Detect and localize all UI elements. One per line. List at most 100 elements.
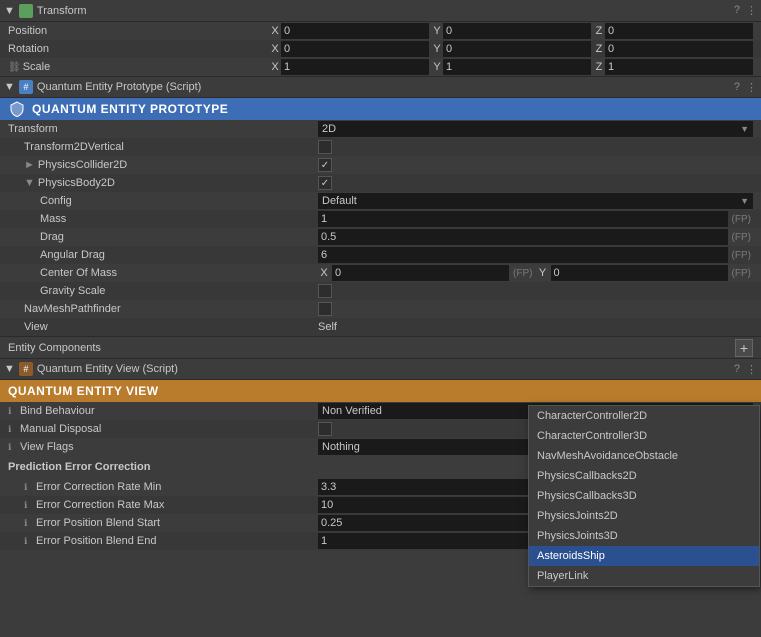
physics-body-expand-icon[interactable]: ▼ <box>24 177 35 189</box>
scale-link-icon[interactable]: ⛓ <box>8 62 21 73</box>
dropdown-menu-item[interactable]: NavMeshAvoidanceObstacle <box>529 446 759 466</box>
bind-behaviour-value: Non Verified <box>322 405 382 417</box>
position-label: Position <box>8 25 269 37</box>
manual-disposal-checkbox[interactable] <box>318 422 332 436</box>
gravity-scale-checkbox[interactable] <box>318 284 332 298</box>
position-x-group: X <box>269 23 429 39</box>
mass-row: Mass (FP) <box>0 210 761 228</box>
bind-behaviour-label-text: Bind Behaviour <box>20 405 95 417</box>
physics-body-label-text: PhysicsBody2D <box>38 177 115 189</box>
qev-script-icon: # <box>19 362 33 376</box>
transform2d-vertical-checkbox[interactable] <box>318 140 332 154</box>
transform-collapse-arrow[interactable]: ▼ <box>4 5 15 17</box>
dropdown-menu-item[interactable]: AsteroidsShip <box>529 546 759 566</box>
view-flags-label-text: View Flags <box>20 441 74 453</box>
scale-values: X Y Z <box>269 59 753 75</box>
mass-label: Mass <box>8 213 318 225</box>
qep-help-icon[interactable]: ? <box>734 81 740 94</box>
scale-x-input[interactable] <box>281 59 429 75</box>
drag-fp-badge: (FP) <box>730 232 753 243</box>
qep-script-title: Quantum Entity Prototype (Script) <box>37 81 734 93</box>
qep-transform-row: Transform 2D ▼ <box>0 120 761 138</box>
error-rate-max-label: ℹ Error Correction Rate Max <box>8 499 318 511</box>
drag-row: Drag (FP) <box>0 228 761 246</box>
qev-collapse-arrow[interactable]: ▼ <box>4 363 15 375</box>
com-x-input[interactable] <box>332 265 509 281</box>
qep-collapse-arrow[interactable]: ▼ <box>4 81 15 93</box>
qev-script-header: ▼ # Quantum Entity View (Script) ? ⋮ <box>0 358 761 380</box>
physics-collider-expand-icon[interactable]: ► <box>24 159 35 171</box>
center-of-mass-values: X (FP) Y (FP) <box>318 265 753 281</box>
com-y-fp: (FP) <box>730 268 753 279</box>
physics-body-checkbox[interactable] <box>318 176 332 190</box>
rotation-y-input[interactable] <box>443 41 591 57</box>
drag-input[interactable] <box>318 229 728 245</box>
dropdown-menu-item[interactable]: CharacterController2D <box>529 406 759 426</box>
dropdown-menu-item[interactable]: PhysicsJoints2D <box>529 506 759 526</box>
config-dropdown[interactable]: Default ▼ <box>318 193 753 209</box>
scale-z-label: Z <box>593 61 605 73</box>
scale-y-group: Y <box>431 59 591 75</box>
transform-help-icon[interactable]: ? <box>734 4 740 17</box>
error-blend-end-icon: ℹ <box>24 536 36 547</box>
qep-transform-value-area: 2D ▼ <box>318 121 753 137</box>
com-y-input[interactable] <box>551 265 728 281</box>
qev-orange-header: QUANTUM ENTITY VIEW <box>0 380 761 402</box>
error-rate-max-label-text: Error Correction Rate Max <box>36 499 164 511</box>
transform2d-vertical-label: Transform2DVertical <box>8 141 318 153</box>
view-flags-icon: ℹ <box>8 442 20 453</box>
qep-script-icon: # <box>19 80 33 94</box>
dropdown-menu-item[interactable]: PhysicsCallbacks2D <box>529 466 759 486</box>
physics-collider-checkbox[interactable] <box>318 158 332 172</box>
scale-x-label: X <box>269 61 281 73</box>
rotation-y-label: Y <box>431 43 443 55</box>
mass-input[interactable] <box>318 211 728 227</box>
transform-settings-icon[interactable]: ⋮ <box>746 4 757 17</box>
navmesh-value <box>318 302 753 316</box>
navmesh-checkbox[interactable] <box>318 302 332 316</box>
qep-script-header: ▼ # Quantum Entity Prototype (Script) ? … <box>0 76 761 98</box>
qep-transform-dropdown[interactable]: 2D ▼ <box>318 121 753 137</box>
rotation-x-input[interactable] <box>281 41 429 57</box>
view-value: Self <box>318 321 337 333</box>
rotation-z-input[interactable] <box>605 41 753 57</box>
qev-help-icon[interactable]: ? <box>734 363 740 376</box>
dropdown-menu-item[interactable]: PlayerLink <box>529 566 759 586</box>
rotation-label: Rotation <box>8 43 269 55</box>
transform2d-vertical-value <box>318 140 753 154</box>
transform2d-vertical-row: Transform2DVertical <box>0 138 761 156</box>
qep-settings-icon[interactable]: ⋮ <box>746 81 757 94</box>
mass-fp-badge: (FP) <box>730 214 753 225</box>
qep-transform-dropdown-arrow: ▼ <box>740 124 749 134</box>
position-y-input[interactable] <box>443 23 591 39</box>
shield-icon <box>8 100 26 118</box>
angular-drag-input[interactable] <box>318 247 728 263</box>
scale-y-label: Y <box>431 61 443 73</box>
physics-collider-label-text: PhysicsCollider2D <box>38 159 127 171</box>
bind-behaviour-icon: ℹ <box>8 406 20 417</box>
dropdown-menu-item[interactable]: PhysicsJoints3D <box>529 526 759 546</box>
manual-disposal-label: ℹ Manual Disposal <box>8 423 318 435</box>
rotation-values: X Y Z <box>269 41 753 57</box>
position-x-input[interactable] <box>281 23 429 39</box>
qev-settings-icon[interactable]: ⋮ <box>746 363 757 376</box>
rotation-x-group: X <box>269 41 429 57</box>
qep-transform-value: 2D <box>322 123 336 135</box>
position-z-input[interactable] <box>605 23 753 39</box>
scale-y-input[interactable] <box>443 59 591 75</box>
transform-icon <box>19 4 33 18</box>
rotation-z-label: Z <box>593 43 605 55</box>
scale-z-group: Z <box>593 59 753 75</box>
dropdown-menu-item[interactable]: PhysicsCallbacks3D <box>529 486 759 506</box>
bind-behaviour-label: ℹ Bind Behaviour <box>8 405 318 417</box>
position-x-label: X <box>269 25 281 37</box>
entity-components-add-button[interactable]: + <box>735 339 753 357</box>
center-of-mass-label: Center Of Mass <box>8 267 318 279</box>
entity-components-row: Entity Components + <box>0 336 761 358</box>
error-blend-start-label-text: Error Position Blend Start <box>36 517 160 529</box>
scale-z-input[interactable] <box>605 59 753 75</box>
angular-drag-fp-badge: (FP) <box>730 250 753 261</box>
dropdown-menu-item[interactable]: CharacterController3D <box>529 426 759 446</box>
view-flags-label: ℹ View Flags <box>8 441 318 453</box>
rotation-y-group: Y <box>431 41 591 57</box>
